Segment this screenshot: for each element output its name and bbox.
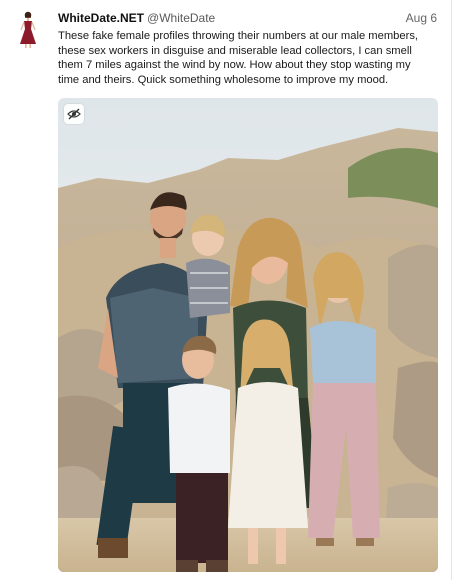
avatar[interactable]	[14, 10, 42, 50]
eye-slash-icon	[67, 108, 81, 120]
user-handle[interactable]: @WhiteDate	[147, 11, 215, 25]
display-name[interactable]: WhiteDate.NET	[58, 11, 144, 25]
post-date[interactable]: Aug 6	[406, 11, 437, 25]
post-text: These fake female profiles throwing thei…	[58, 30, 419, 86]
woman-in-red-dress-icon	[20, 11, 36, 48]
post-header: WhiteDate.NET @WhiteDate	[58, 11, 439, 25]
media-visibility-toggle[interactable]	[64, 104, 84, 124]
family-photo	[58, 98, 438, 572]
toddler	[186, 214, 230, 318]
post-image[interactable]	[58, 98, 438, 572]
post[interactable]: WhiteDate.NET @WhiteDate Aug 6 These fake…	[0, 0, 452, 580]
